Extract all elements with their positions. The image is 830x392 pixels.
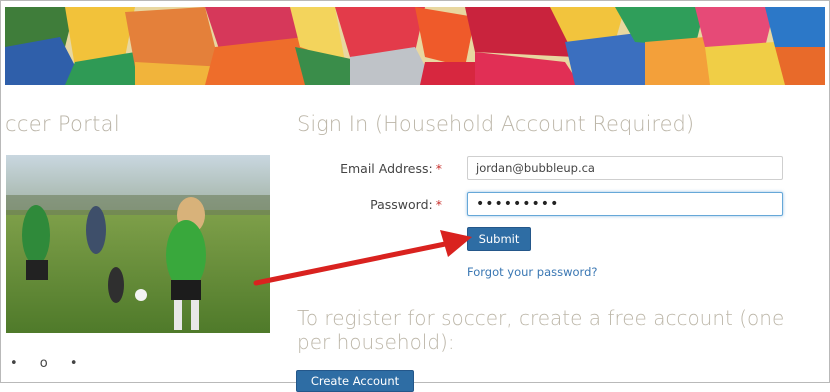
forgot-password-link[interactable]: Forgot your password? bbox=[467, 265, 597, 279]
soccer-players-image bbox=[6, 155, 270, 333]
register-text: To register for soccer, create a free ac… bbox=[297, 306, 785, 354]
required-marker: * bbox=[435, 161, 442, 176]
email-label: Email Address: * bbox=[337, 161, 442, 176]
password-value: ••••••••• bbox=[476, 196, 560, 212]
password-label: Password: * bbox=[337, 197, 442, 212]
portal-title: ccer Portal bbox=[5, 112, 120, 136]
soccer-photo bbox=[6, 155, 270, 333]
mosaic-banner-image bbox=[5, 7, 825, 85]
create-account-button[interactable]: Create Account bbox=[296, 370, 414, 392]
password-field[interactable]: ••••••••• bbox=[467, 192, 783, 216]
signin-title: Sign In (Household Account Required) bbox=[297, 112, 695, 136]
email-value: jordan@bubbleup.ca bbox=[476, 161, 595, 175]
required-marker: * bbox=[435, 197, 442, 212]
carousel-indicators[interactable]: • o • bbox=[10, 356, 87, 371]
red-arrow-icon bbox=[253, 230, 472, 286]
password-label-text: Password: bbox=[370, 197, 433, 212]
email-label-text: Email Address: bbox=[340, 161, 433, 176]
header-banner bbox=[5, 7, 825, 85]
email-field[interactable]: jordan@bubbleup.ca bbox=[467, 156, 783, 180]
